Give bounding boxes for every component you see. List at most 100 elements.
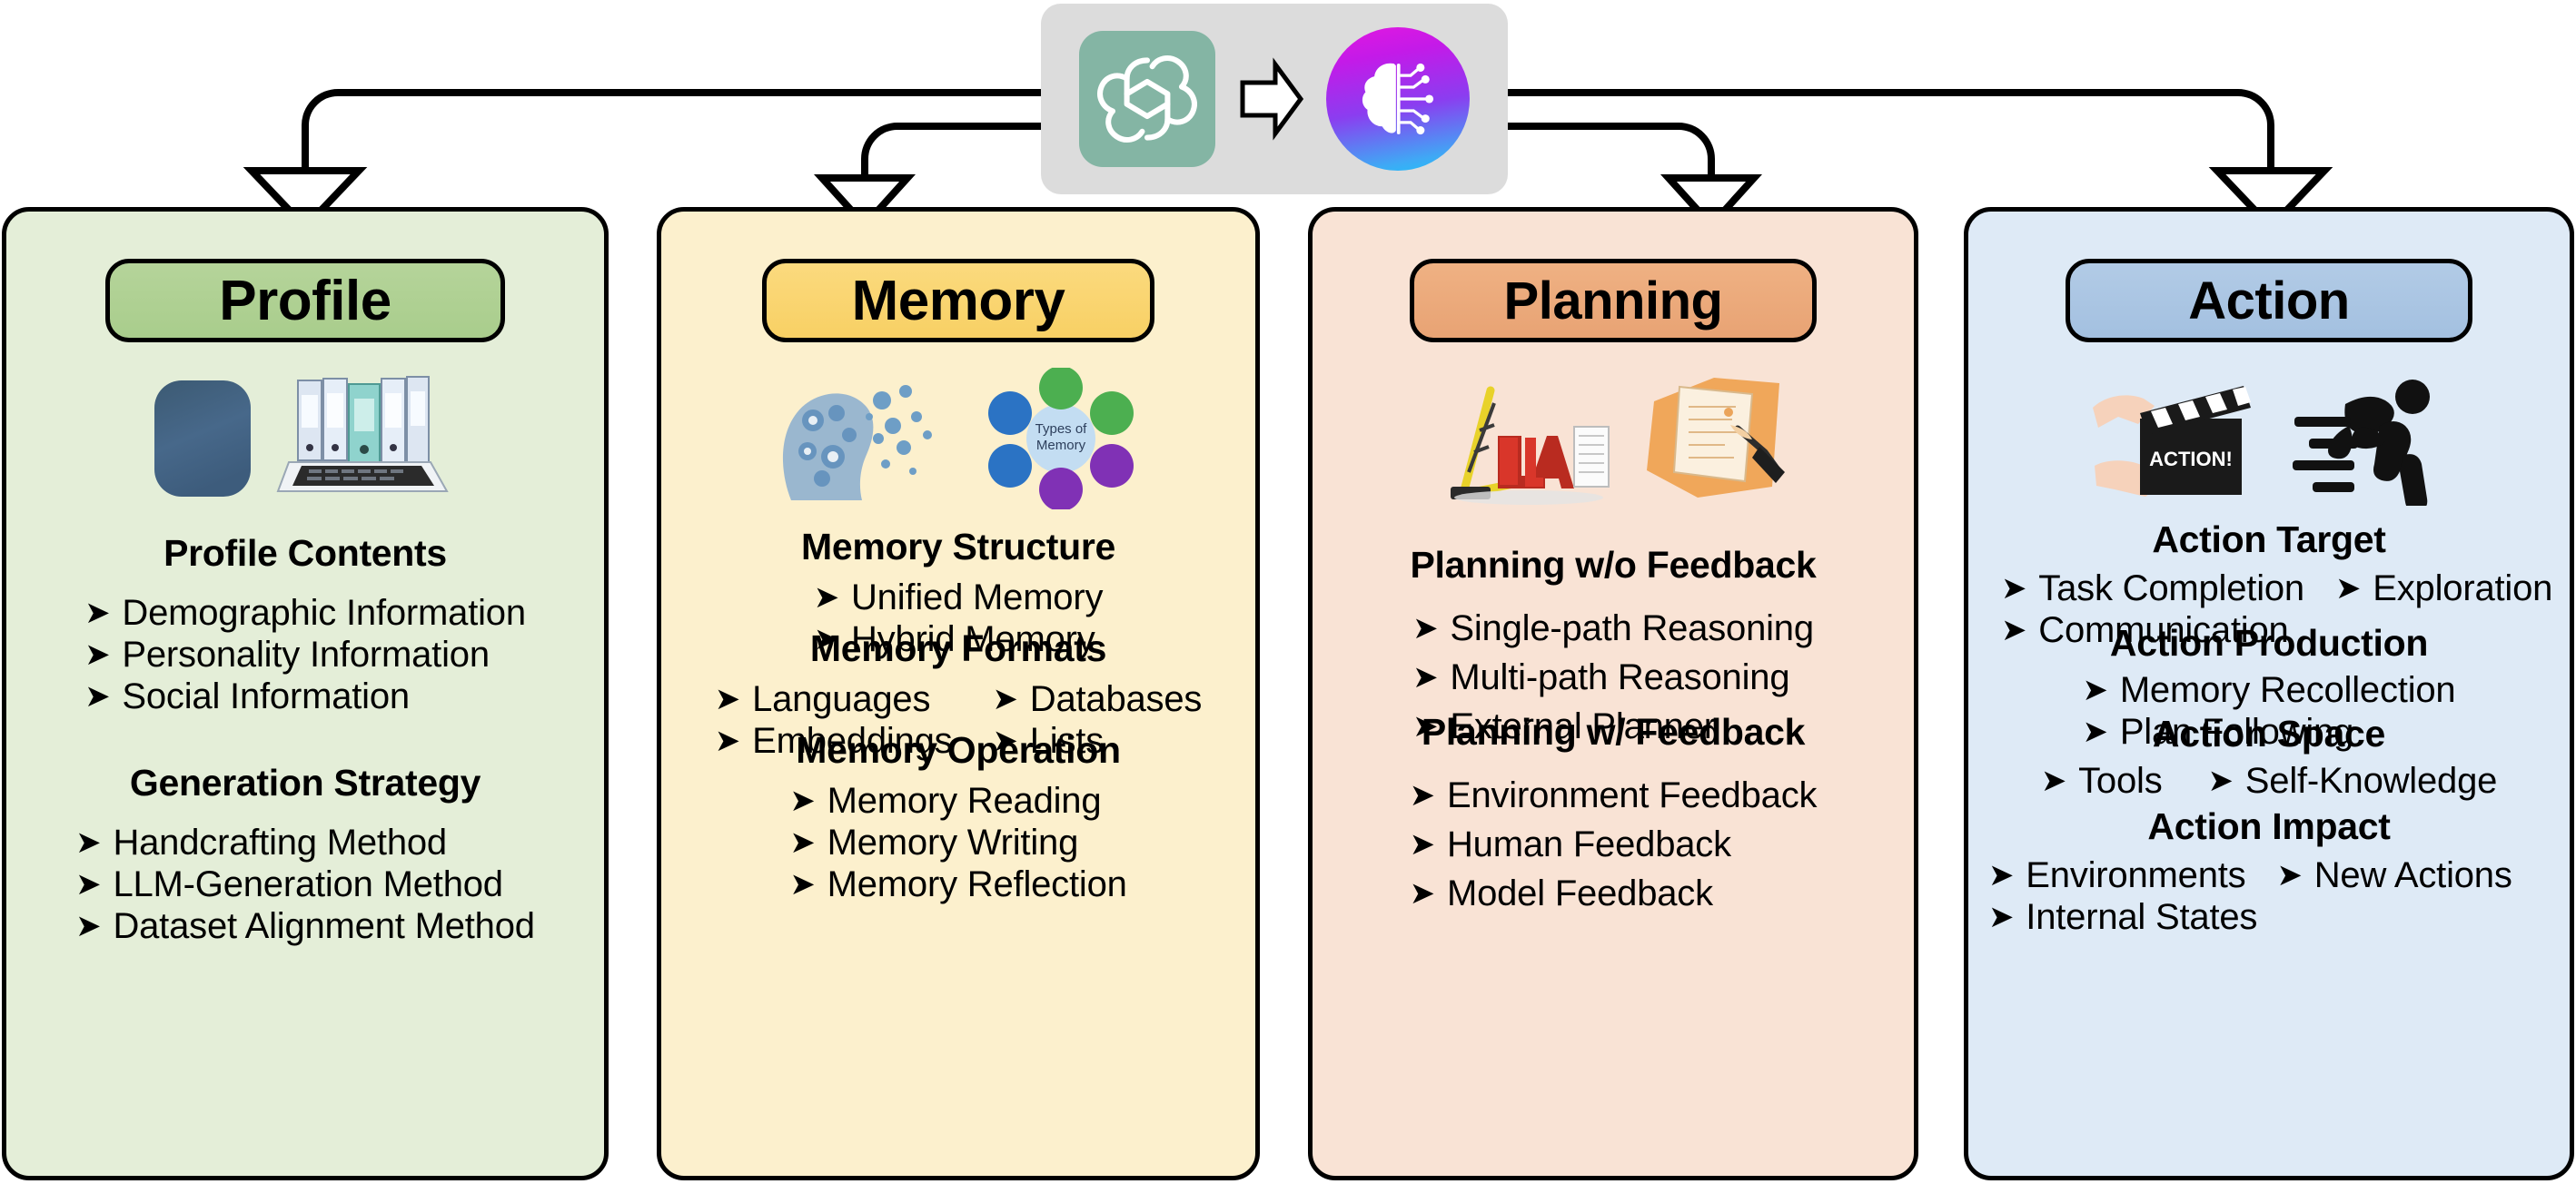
list-item-label: Memory Reflection [827, 863, 1127, 904]
list-item-label: Databases [1029, 679, 1203, 720]
list-item-label: Social Information [122, 676, 410, 716]
list-item: ➤ Languages [715, 679, 953, 721]
hand-writing-document-icon [1647, 378, 1785, 498]
list-item: ➤ Environment Feedback [1410, 775, 1818, 817]
list-item-label: Unified Memory [851, 577, 1104, 618]
planning-icons [1313, 366, 1914, 511]
chevron-bullet-icon: ➤ [789, 825, 816, 861]
chevron-bullet-icon: ➤ [1412, 611, 1439, 646]
section-heading: Action Production [2109, 622, 2429, 664]
panel-title-memory: Memory [762, 259, 1154, 342]
plan-crane-blocks-icon [1451, 386, 1610, 505]
list-item: ➤ Self-Knowledge [2208, 761, 2498, 803]
chevron-bullet-icon: ➤ [1409, 827, 1435, 863]
svg-text:ACTION!: ACTION! [2149, 448, 2233, 470]
list-item: ➤ Task Completion [2001, 568, 2304, 610]
list-item: ➤ Multi-path Reasoning [1412, 657, 1789, 699]
chevron-bullet-icon: ➤ [1409, 778, 1435, 814]
chevron-bullet-icon: ➤ [813, 580, 839, 616]
list-item-label: Multi-path Reasoning [1450, 657, 1790, 698]
chevron-bullet-icon: ➤ [789, 784, 816, 819]
chevron-bullet-icon: ➤ [1988, 858, 2015, 893]
list-item-label: Exploration [2373, 568, 2553, 609]
panel-title-action: Action [2066, 259, 2472, 342]
panel-title-profile: Profile [105, 259, 505, 342]
chevron-bullet-icon: ➤ [84, 678, 111, 714]
panel-profile[interactable]: Profile Profile Contents ➤ Demographic I… [2, 207, 609, 1180]
chevron-bullet-icon: ➤ [84, 596, 111, 631]
list-item-label: Model Feedback [1446, 873, 1713, 913]
list-item-label: Memory Reading [827, 781, 1102, 822]
list-item-label: Handcrafting Method [113, 823, 447, 863]
chevron-bullet-icon: ➤ [1988, 900, 2015, 935]
section-list: ➤ Environments ➤ New Actions ➤ Internal … [1968, 855, 2570, 938]
list-item: ➤ Social Information [84, 676, 410, 718]
header-transition-box [1041, 4, 1508, 194]
chevron-bullet-icon: ➤ [75, 867, 102, 903]
profile-icons [6, 366, 604, 511]
action-icons: ACTION! [1968, 366, 2570, 511]
types-of-memory-diagram-icon: Types of Memory [988, 368, 1134, 509]
openai-logo [1079, 31, 1215, 167]
list-item: ➤ Handcrafting Method [75, 823, 447, 864]
chevron-bullet-icon: ➤ [789, 866, 816, 902]
memory-icons: Types of Memory [661, 366, 1255, 511]
list-item-label: Dataset Alignment Method [113, 905, 535, 946]
list-item: ➤ Unified Memory [814, 577, 1104, 619]
list-item-label: Memory Writing [827, 823, 1079, 863]
section-heading: Action Target [2152, 518, 2386, 560]
panel-planning[interactable]: Planning Planning w/o Feedback ➤ Single-… [1308, 207, 1918, 1180]
list-item-label: LLM-Generation Method [113, 864, 503, 905]
chevron-bullet-icon: ➤ [2334, 571, 2362, 607]
list-item: ➤ Memory Reading [789, 781, 1101, 823]
list-item-label: New Actions [2313, 855, 2512, 896]
section-list: ➤ Handcrafting Method ➤ LLM-Generation M… [75, 823, 535, 947]
section-list: ➤ Environment Feedback ➤ Human Feedback … [1410, 775, 1818, 914]
chevron-bullet-icon: ➤ [84, 637, 111, 673]
list-item: ➤ Memory Reflection [789, 863, 1127, 906]
list-item-label: Personality Information [122, 635, 490, 676]
section-list: ➤ Memory Reading ➤ Memory Writing ➤ Memo… [789, 781, 1127, 906]
brain-circuit-icon [1362, 63, 1434, 135]
list-item: ➤ Single-path Reasoning [1412, 608, 1814, 650]
list-item-label: Task Completion [2038, 568, 2304, 609]
list-item-label: Human Feedback [1446, 824, 1731, 865]
list-item-label: Tools [2078, 761, 2163, 802]
list-item: ➤ LLM-Generation Method [75, 864, 503, 906]
list-item: ➤ Internal States [1988, 897, 2570, 939]
chevron-bullet-icon: ➤ [1409, 875, 1435, 911]
section-heading: Memory Formats [809, 627, 1107, 669]
chevron-bullet-icon: ➤ [2276, 858, 2303, 893]
chevron-bullet-icon: ➤ [714, 682, 741, 717]
chevron-bullet-icon: ➤ [2001, 571, 2027, 607]
chevron-bullet-icon: ➤ [2207, 764, 2234, 799]
section-heading: Memory Structure [800, 526, 1116, 567]
list-item: ➤ New Actions [2276, 855, 2512, 897]
panel-action[interactable]: Action ACTION! Action Target ➤ Task Comp… [1964, 207, 2574, 1180]
list-item: ➤ Environments [1988, 855, 2246, 897]
list-item-label: Single-path Reasoning [1450, 608, 1814, 649]
list-item: ➤ Exploration [2335, 568, 2552, 610]
list-item: ➤ Tools [2041, 761, 2163, 803]
list-item: ➤ Model Feedback [1410, 873, 1713, 915]
list-item: ➤ Memory Recollection [2083, 670, 2456, 712]
section-list: ➤ Demographic Information ➤ Personality … [84, 593, 526, 717]
list-item: ➤ Dataset Alignment Method [75, 906, 535, 948]
head-particles-icon [782, 384, 932, 500]
chevron-bullet-icon: ➤ [1412, 660, 1439, 696]
section-heading: Generation Strategy [129, 762, 481, 804]
right-arrow-icon [1240, 57, 1304, 141]
openai-knot-icon [1097, 55, 1197, 143]
person-silhouette-icon [154, 380, 251, 497]
list-item-label: Environment Feedback [1446, 775, 1818, 816]
list-item-label: Self-Knowledge [2244, 761, 2498, 802]
list-item: ➤ Demographic Information [84, 593, 526, 635]
chevron-bullet-icon: ➤ [2040, 764, 2067, 799]
panel-memory[interactable]: Memory Types of Memory Memory Structure … [657, 207, 1260, 1180]
section-heading: Memory Operation [796, 729, 1121, 771]
list-item-label: Languages [752, 679, 931, 720]
running-person-icon [2293, 380, 2430, 506]
section-heading: Profile Contents [163, 532, 447, 574]
list-item: ➤ Personality Information [84, 635, 490, 676]
list-item-label: Demographic Information [122, 593, 526, 634]
